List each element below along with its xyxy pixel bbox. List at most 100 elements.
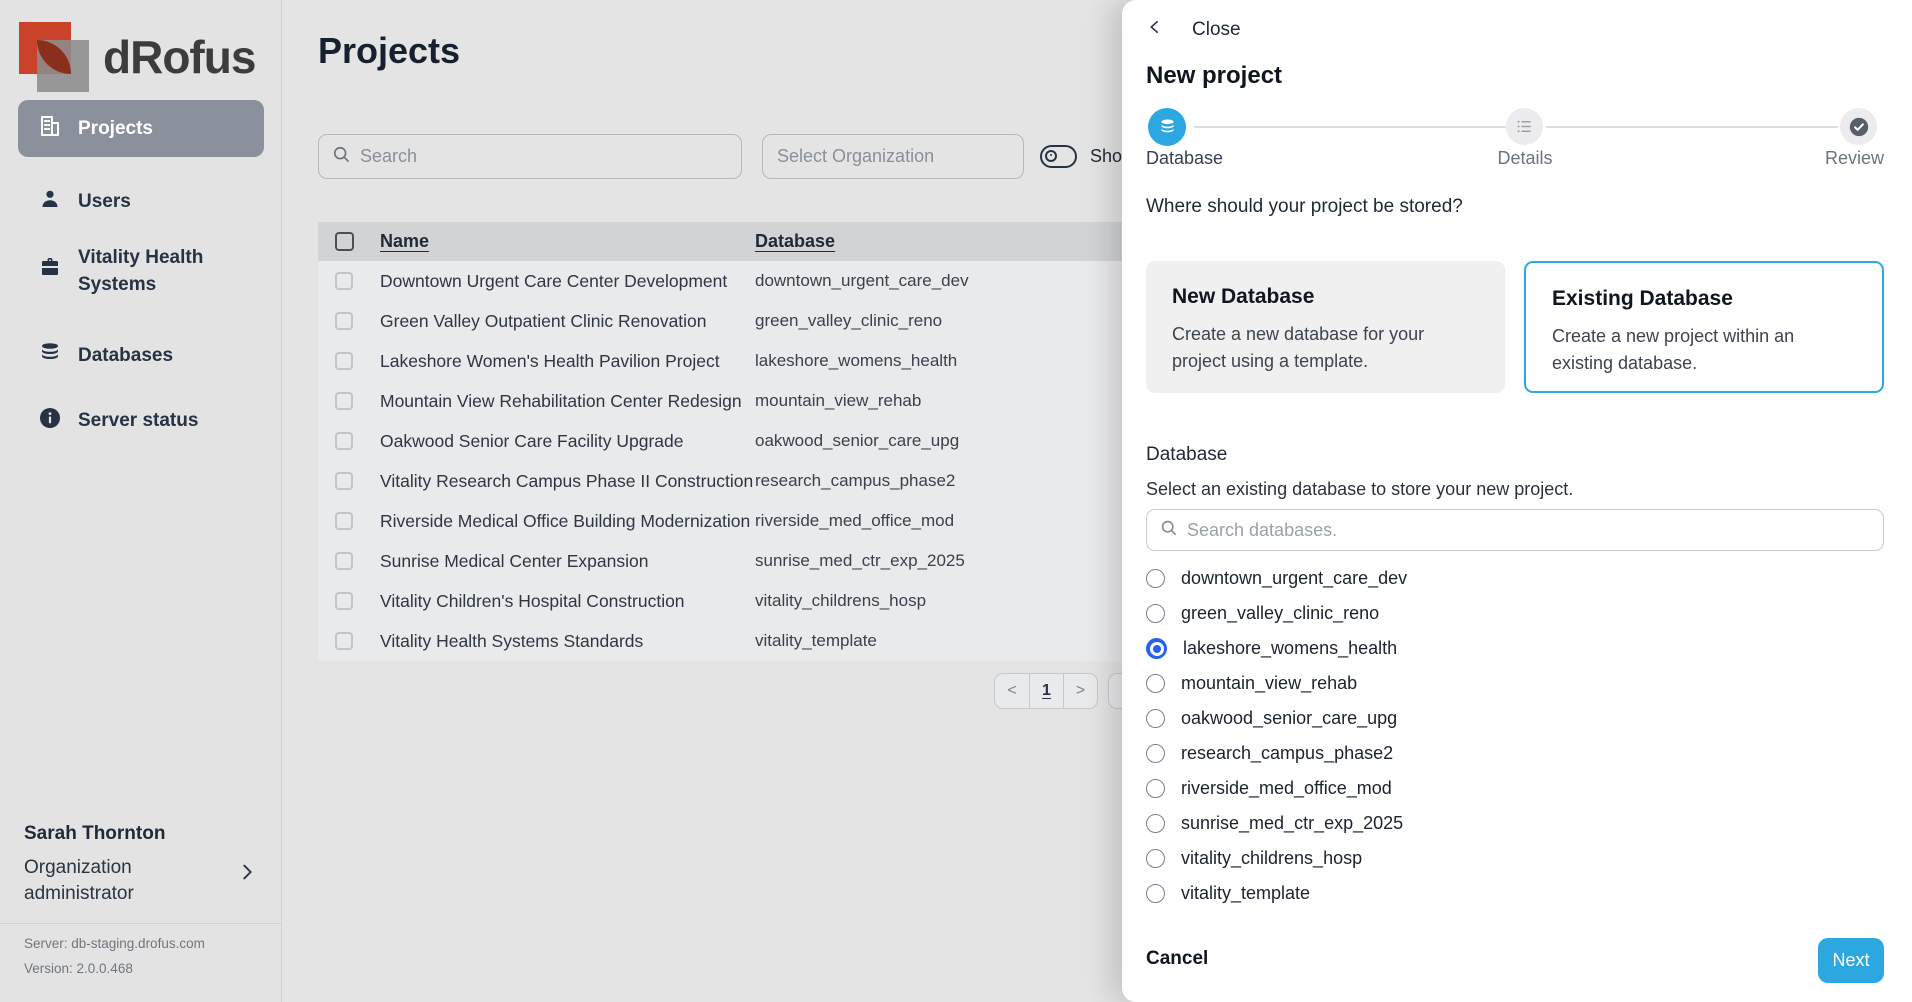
user-role-row[interactable]: Organization administrator [24, 855, 258, 907]
database-option[interactable]: mountain_view_rehab [1146, 666, 1357, 701]
brand-name: dRofus [103, 30, 255, 84]
radio-icon[interactable] [1146, 884, 1165, 903]
radio-selected-icon[interactable] [1146, 638, 1167, 659]
step-database-icon [1148, 108, 1186, 146]
database-option[interactable]: lakeshore_womens_health [1146, 631, 1397, 666]
column-header-database[interactable]: Database [755, 231, 835, 252]
project-database: vitality_template [755, 631, 877, 651]
chevron-left-icon [1146, 18, 1164, 41]
drofus-logo: dRofus [19, 22, 269, 92]
cancel-button[interactable]: Cancel [1146, 948, 1208, 970]
sidebar-item-users[interactable]: Users [18, 179, 264, 225]
database-option-label: vitality_template [1181, 883, 1310, 904]
row-checkbox[interactable] [335, 272, 353, 290]
sidebar-item-server-status[interactable]: Server status [18, 398, 264, 444]
card-title: New Database [1172, 285, 1479, 309]
column-header-name[interactable]: Name [380, 231, 429, 252]
database-option[interactable]: research_campus_phase2 [1146, 736, 1393, 771]
row-checkbox[interactable] [335, 312, 353, 330]
project-database: oakwood_senior_care_upg [755, 431, 959, 451]
step-connector [1194, 126, 1506, 128]
step-details-icon [1506, 108, 1543, 145]
show-toggle-row: Show [1040, 145, 1135, 168]
radio-icon[interactable] [1146, 744, 1165, 763]
card-description: Create a new database for your project u… [1172, 321, 1479, 375]
database-option-label: green_valley_clinic_reno [1181, 603, 1379, 624]
row-checkbox[interactable] [335, 632, 353, 650]
close-button[interactable]: Close [1146, 18, 1241, 41]
database-search-input[interactable] [1187, 520, 1871, 541]
close-label: Close [1192, 19, 1241, 41]
server-address: Server: db-staging.drofus.com [24, 936, 258, 951]
database-option[interactable]: riverside_med_office_mod [1146, 771, 1392, 806]
project-name: Mountain View Rehabilitation Center Rede… [380, 391, 742, 412]
project-name: Vitality Research Campus Phase II Constr… [380, 471, 753, 492]
project-database: vitality_childrens_hosp [755, 591, 926, 611]
database-option[interactable]: sunrise_med_ctr_exp_2025 [1146, 806, 1403, 841]
radio-icon[interactable] [1146, 709, 1165, 728]
row-checkbox[interactable] [335, 432, 353, 450]
new-project-panel: Close New project Database Details Revie… [1122, 0, 1912, 1002]
project-name: Vitality Health Systems Standards [380, 631, 643, 652]
row-checkbox[interactable] [335, 512, 353, 530]
step-review-icon [1840, 108, 1877, 145]
database-option[interactable]: downtown_urgent_care_dev [1146, 561, 1407, 596]
database-option[interactable]: oakwood_senior_care_upg [1146, 701, 1397, 736]
radio-icon[interactable] [1146, 569, 1165, 588]
sidebar-item-organization[interactable]: Vitality Health Systems [18, 238, 264, 304]
step-label-database: Database [1146, 148, 1223, 169]
database-section-label: Database [1146, 444, 1227, 466]
show-toggle[interactable] [1040, 145, 1077, 168]
sidebar-item-label: Vitality Health Systems [78, 244, 244, 298]
radio-icon[interactable] [1146, 604, 1165, 623]
row-checkbox[interactable] [335, 592, 353, 610]
radio-icon[interactable] [1146, 849, 1165, 868]
database-section-hint: Select an existing database to store you… [1146, 479, 1573, 500]
info-icon [38, 406, 62, 436]
row-checkbox[interactable] [335, 352, 353, 370]
row-checkbox[interactable] [335, 552, 353, 570]
page-title: Projects [318, 30, 460, 72]
toggle-knob-icon [1045, 150, 1057, 162]
card-description: Create a new project within an existing … [1552, 323, 1856, 377]
projects-search[interactable] [318, 134, 742, 179]
database-option[interactable]: vitality_template [1146, 876, 1310, 911]
database-option[interactable]: green_valley_clinic_reno [1146, 596, 1379, 631]
row-checkbox[interactable] [335, 392, 353, 410]
radio-icon[interactable] [1146, 674, 1165, 693]
sidebar-item-label: Server status [78, 410, 198, 432]
radio-icon[interactable] [1146, 814, 1165, 833]
pagination-prev-button[interactable]: < [995, 674, 1029, 708]
chevron-right-icon[interactable] [236, 861, 258, 888]
panel-title: New project [1146, 62, 1282, 90]
app-version: Version: 2.0.0.468 [24, 961, 258, 976]
pagination-next-button[interactable]: > [1063, 674, 1097, 708]
existing-database-card[interactable]: Existing Database Create a new project w… [1524, 261, 1884, 393]
database-search[interactable] [1146, 509, 1884, 551]
user-name: Sarah Thornton [24, 823, 258, 845]
sidebar-item-databases[interactable]: Databases [18, 333, 264, 379]
radio-icon[interactable] [1146, 779, 1165, 798]
organization-select[interactable] [762, 134, 1024, 179]
project-name: Sunrise Medical Center Expansion [380, 551, 648, 572]
pagination-page-1[interactable]: 1 [1029, 674, 1063, 708]
database-option-label: oakwood_senior_care_upg [1181, 708, 1397, 729]
database-option-label: lakeshore_womens_health [1183, 638, 1397, 659]
search-input[interactable] [360, 146, 729, 167]
next-button[interactable]: Next [1818, 938, 1884, 983]
row-checkbox[interactable] [335, 472, 353, 490]
project-database: mountain_view_rehab [755, 391, 921, 411]
database-option-label: downtown_urgent_care_dev [1181, 568, 1407, 589]
database-option-label: riverside_med_office_mod [1181, 778, 1392, 799]
database-option[interactable]: vitality_childrens_hosp [1146, 841, 1362, 876]
search-icon [1159, 518, 1178, 542]
new-database-card[interactable]: New Database Create a new database for y… [1146, 261, 1505, 393]
sidebar-item-projects[interactable]: Projects [18, 100, 264, 157]
building-icon [38, 114, 62, 144]
organization-input[interactable] [777, 146, 1009, 167]
database-option-label: mountain_view_rehab [1181, 673, 1357, 694]
select-all-checkbox[interactable] [335, 232, 354, 251]
briefcase-icon [38, 255, 62, 287]
card-title: Existing Database [1552, 287, 1856, 311]
database-option-label: research_campus_phase2 [1181, 743, 1393, 764]
